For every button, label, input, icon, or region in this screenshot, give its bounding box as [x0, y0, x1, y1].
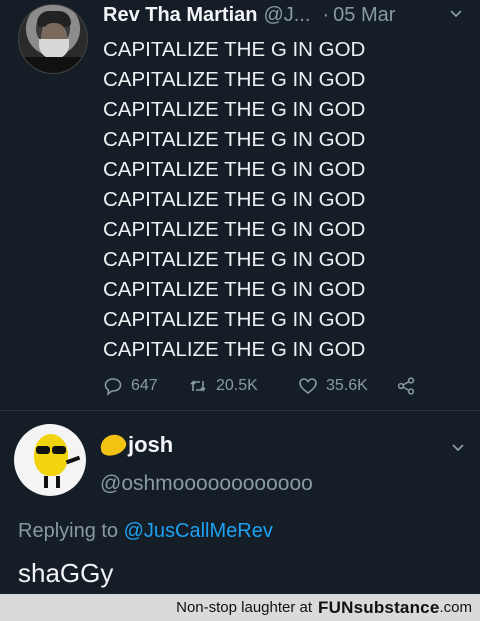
watermark-text: Non-stop laughter at [176, 599, 313, 616]
avatar-beard [39, 39, 69, 59]
reply-button[interactable]: 647 [103, 376, 188, 396]
reply-header: josh [97, 431, 173, 459]
lemon-character [34, 434, 68, 476]
replying-prefix: Replying to [18, 520, 119, 542]
watermark-brand: FUNsubstance [318, 597, 440, 617]
share-icon [397, 377, 415, 395]
avatar-shirt [19, 57, 87, 73]
like-icon [299, 378, 317, 395]
author-avatar[interactable] [18, 4, 88, 74]
like-button[interactable]: 35.6K [298, 376, 396, 396]
author-name[interactable]: Rev Tha Martian [103, 4, 257, 27]
tweet-line: CAPITALIZE THE G IN GOD [103, 128, 366, 151]
lemon-emoji-icon [97, 431, 129, 459]
tweet-date[interactable]: 05 Mar [333, 4, 395, 27]
reply-avatar[interactable] [14, 424, 86, 496]
tweet-line: CAPITALIZE THE G IN GOD [103, 68, 366, 91]
chevron-down-icon[interactable] [450, 440, 466, 456]
separator-dot: · [322, 3, 330, 26]
sunglasses-right [52, 446, 66, 454]
retweet-count: 20.5K [216, 377, 258, 394]
reply-icon [104, 378, 122, 396]
tweet-header: Rev Tha Martian @J... · 05 Mar [103, 0, 395, 30]
share-button[interactable] [396, 376, 424, 396]
tweet: Rev Tha Martian @J... · 05 Mar CAPITALIZ… [0, 0, 480, 410]
divider [0, 410, 480, 411]
tweet-line: CAPITALIZE THE G IN GOD [103, 218, 366, 241]
tweet-text: CAPITALIZE THE G IN GOD CAPITALIZE THE G… [103, 35, 365, 365]
tweet-line: CAPITALIZE THE G IN GOD [103, 308, 366, 331]
tweet-line: CAPITALIZE THE G IN GOD [103, 278, 366, 301]
lemon-leg-left [44, 476, 48, 488]
author-handle[interactable]: @J... [263, 4, 310, 27]
reply-author-name[interactable]: josh [128, 432, 173, 458]
reply-tweet: josh @oshmoooooooooooo Replying to @JusC… [0, 412, 480, 590]
reply-text: shaGGy [18, 558, 114, 588]
like-count: 35.6K [326, 377, 368, 394]
tweet-line: CAPITALIZE THE G IN GOD [103, 338, 366, 361]
replying-to: Replying to @JusCallMeRev [18, 520, 273, 543]
tweet-line: CAPITALIZE THE G IN GOD [103, 98, 366, 121]
reply-author-handle[interactable]: @oshmoooooooooooo [100, 472, 313, 496]
tweet-actions: 647 20.5K 35.6K [103, 374, 424, 398]
reply-count: 647 [131, 377, 158, 394]
retweet-icon [190, 380, 206, 392]
sunglasses-left [36, 446, 50, 454]
replying-mention-link[interactable]: @JusCallMeRev [124, 520, 273, 542]
watermark-bar: Non-stop laughter at FUNsubstance .com [0, 594, 480, 621]
chevron-down-icon[interactable] [448, 6, 464, 22]
lemon-leg-right [56, 476, 60, 488]
tweet-line: CAPITALIZE THE G IN GOD [103, 248, 366, 271]
tweet-line: CAPITALIZE THE G IN GOD [103, 158, 366, 181]
watermark-domain: .com [439, 599, 472, 616]
retweet-button[interactable]: 20.5K [188, 376, 298, 396]
tweet-line: CAPITALIZE THE G IN GOD [103, 38, 366, 61]
tweet-line: CAPITALIZE THE G IN GOD [103, 188, 366, 211]
